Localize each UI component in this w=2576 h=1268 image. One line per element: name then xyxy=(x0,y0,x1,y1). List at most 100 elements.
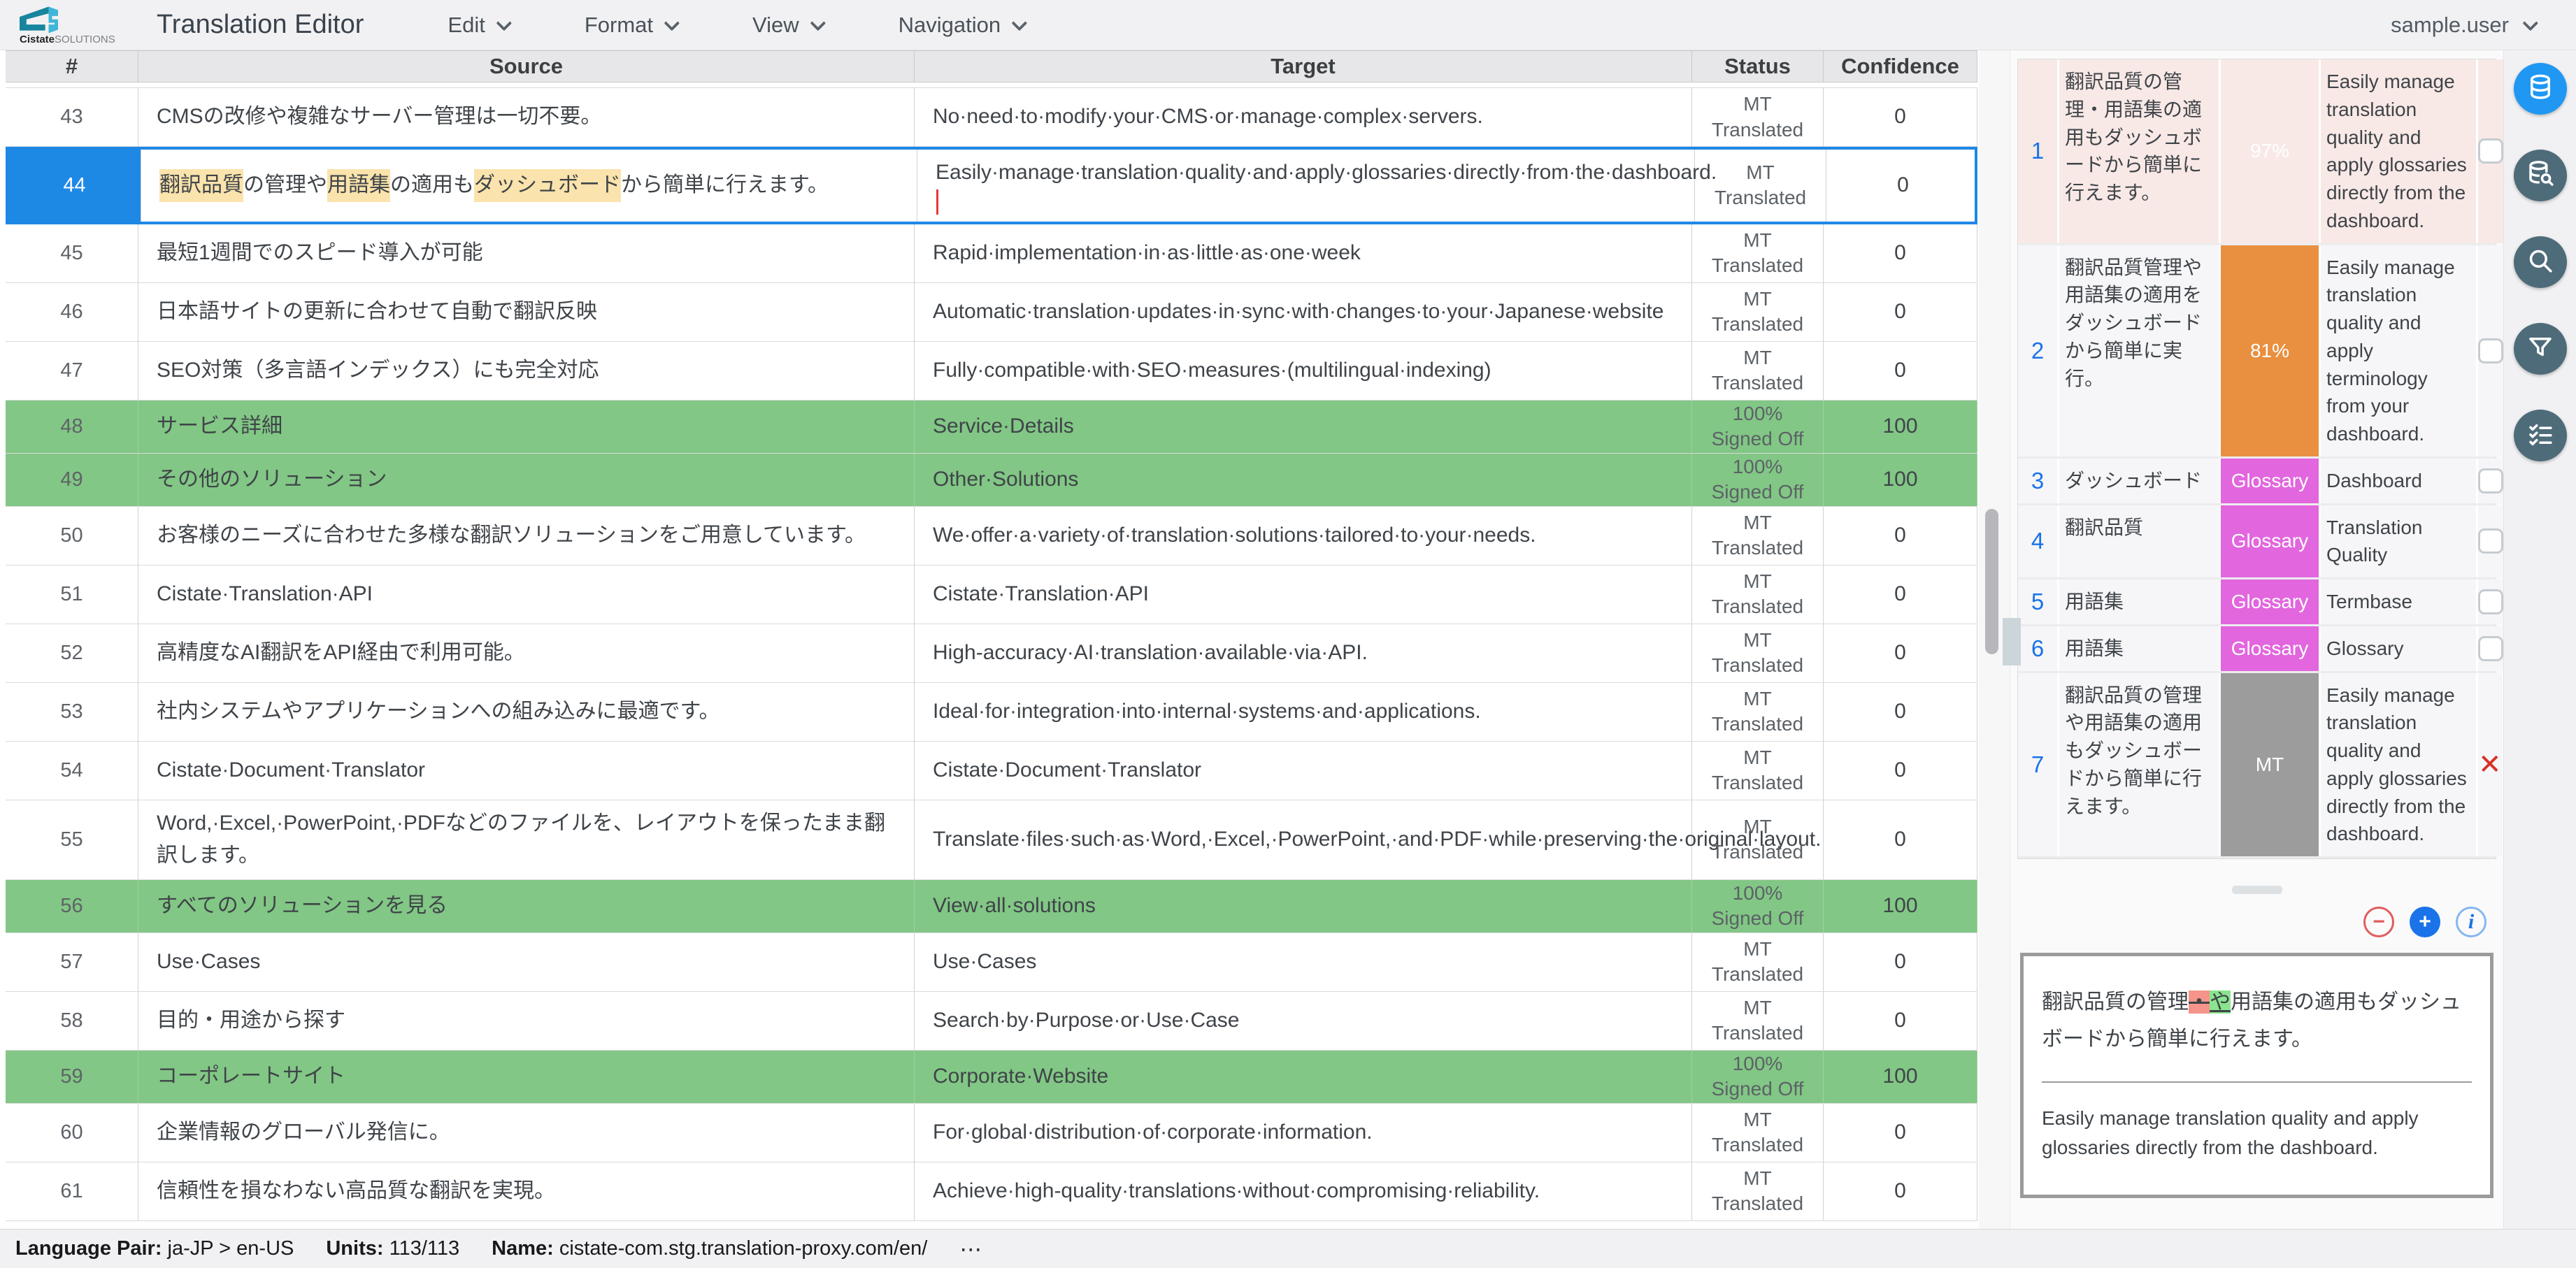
tm-action-cell xyxy=(2478,245,2503,456)
brand-wordmark: CistateSOLUTIONS xyxy=(20,34,115,45)
tm-match-row[interactable]: 5用語集GlossaryTermbase xyxy=(2018,579,2496,626)
tm-match-row[interactable]: 1翻訳品質の管理・用語集の適用もダッシュボードから簡単に行えます。97%Easi… xyxy=(2018,59,2496,245)
target-cell[interactable]: Search·by·Purpose·or·Use·Case xyxy=(915,992,1692,1050)
source-cell[interactable]: Use·Cases xyxy=(138,933,915,991)
table-row[interactable]: 52高精度なAI翻訳をAPI経由で利用可能。High-accuracy·AI·t… xyxy=(6,624,1977,683)
status-item: Language Pair: ja-JP > en-US xyxy=(15,1237,294,1260)
target-cell[interactable]: Use·Cases xyxy=(915,933,1692,991)
tm-match-row[interactable]: 2翻訳品質管理や用語集の適用をダッシュボードから簡単に実行。81%Easily … xyxy=(2018,245,2496,459)
source-cell[interactable]: Cistate·Translation·API xyxy=(138,565,915,624)
tm-select-checkbox[interactable] xyxy=(2478,636,2503,661)
tm-match-row[interactable]: 4翻訳品質GlossaryTranslation Quality xyxy=(2018,505,2496,580)
rail-button-translation-memory[interactable] xyxy=(2514,63,2567,115)
table-row[interactable]: 56すべてのソリューションを見るView·all·solutions100%Si… xyxy=(6,880,1977,933)
menu-format[interactable]: Format xyxy=(585,13,675,38)
confidence-cell: 100 xyxy=(1824,1051,1977,1103)
app-header: CistateSOLUTIONS Translation Editor Edit… xyxy=(0,0,2576,50)
panel-resize-grip[interactable] xyxy=(2003,618,2021,665)
tm-match-row[interactable]: 3ダッシュボードGlossaryDashboard xyxy=(2018,459,2496,505)
match-diff-view: 翻訳品質の管理・や用語集の適用もダッシュボードから簡単に行えます。 Easily… xyxy=(2020,953,2493,1198)
user-menu[interactable]: sample.user xyxy=(2391,13,2534,38)
tm-select-checkbox[interactable] xyxy=(2478,589,2503,614)
target-cell[interactable]: Cistate·Document·Translator xyxy=(915,742,1692,800)
menu-navigation[interactable]: Navigation xyxy=(899,13,1023,38)
remove-match-icon[interactable]: ✕ xyxy=(2478,751,2502,779)
source-cell[interactable]: すべてのソリューションを見る xyxy=(138,880,915,932)
tm-match-row[interactable]: 7翻訳品質の管理や用語集の適用もダッシュボードから簡単に行えます。MTEasil… xyxy=(2018,673,2496,859)
table-row[interactable]: 45最短1週間でのスピード導入が可能Rapid·implementation·i… xyxy=(6,224,1977,283)
target-cell[interactable]: Fully·compatible·with·SEO·measures·(mult… xyxy=(915,342,1692,400)
source-cell[interactable]: サービス詳細 xyxy=(138,401,915,453)
source-cell[interactable]: 目的・用途から探す xyxy=(138,992,915,1050)
table-row[interactable]: 49その他のソリューションOther·Solutions100%Signed O… xyxy=(6,454,1977,507)
target-cell[interactable]: View·all·solutions xyxy=(915,880,1692,932)
tm-select-checkbox[interactable] xyxy=(2478,338,2503,363)
source-cell[interactable]: 信頼性を損なわない高品質な翻訳を実現。 xyxy=(138,1162,915,1220)
target-cell[interactable]: Ideal·for·integration·into·internal·syst… xyxy=(915,683,1692,741)
target-cell[interactable]: Translate·files·such·as·Word,·Excel,·Pow… xyxy=(915,800,1692,879)
more-options-icon[interactable]: ⋯ xyxy=(959,1236,984,1262)
rail-button-qa-checklist[interactable] xyxy=(2514,410,2567,461)
target-cell[interactable]: Other·Solutions xyxy=(915,454,1692,506)
target-cell[interactable]: No·need·to·modify·your·CMS·or·manage·com… xyxy=(915,88,1692,146)
tm-select-checkbox[interactable] xyxy=(2478,468,2503,493)
target-cell[interactable]: Easily·manage·translation·quality·and·ap… xyxy=(917,150,1695,222)
source-cell[interactable]: 社内システムやアプリケーションへの組み込みに最適です。 xyxy=(138,683,915,741)
table-row[interactable]: 44翻訳品質の管理や用語集の適用もダッシュボードから簡単に行えます。Easily… xyxy=(6,147,1977,224)
target-cell[interactable]: Achieve·high-quality·translations·withou… xyxy=(915,1162,1692,1220)
tm-select-checkbox[interactable] xyxy=(2478,138,2503,164)
table-row[interactable]: 60企業情報のグローバル発信に。For·global·distribution·… xyxy=(6,1104,1977,1162)
source-cell[interactable]: お客様のニーズに合わせた多様な翻訳ソリューションをご用意しています。 xyxy=(138,507,915,565)
table-row[interactable]: 55Word,·Excel,·PowerPoint,·PDFなどのファイルを、レ… xyxy=(6,800,1977,880)
remove-button[interactable]: − xyxy=(2363,907,2394,937)
menu-view[interactable]: View xyxy=(752,13,822,38)
table-row[interactable]: 53社内システムやアプリケーションへの組み込みに最適です。Ideal·for·i… xyxy=(6,683,1977,742)
source-cell[interactable]: Word,·Excel,·PowerPoint,·PDFなどのファイルを、レイア… xyxy=(138,800,915,879)
tm-target-text: Easily manage translation quality and ap… xyxy=(2321,245,2476,456)
table-row[interactable]: 50お客様のニーズに合わせた多様な翻訳ソリューションをご用意しています。We·o… xyxy=(6,507,1977,565)
info-button[interactable]: i xyxy=(2456,907,2486,937)
menu-edit[interactable]: Edit xyxy=(448,13,507,38)
rail-button-filter[interactable] xyxy=(2514,323,2567,375)
rail-button-search[interactable] xyxy=(2514,236,2567,288)
table-row[interactable]: 43CMSの改修や複雑なサーバー管理は一切不要。No·need·to·modif… xyxy=(6,88,1977,147)
tm-match-row[interactable]: 6用語集GlossaryGlossary xyxy=(2018,626,2496,673)
table-row[interactable]: 59コーポレートサイトCorporate·Website100%Signed O… xyxy=(6,1051,1977,1104)
table-row[interactable]: 48サービス詳細Service·Details100%Signed Off100 xyxy=(6,401,1977,454)
table-row[interactable]: 47SEO対策（多言語インデックス）にも完全対応Fully·compatible… xyxy=(6,342,1977,401)
rail-button-concordance-search[interactable] xyxy=(2514,150,2567,201)
source-cell[interactable]: CMSの改修や複雑なサーバー管理は一切不要。 xyxy=(138,88,915,146)
add-button[interactable]: + xyxy=(2410,907,2440,937)
target-cell[interactable]: We·offer·a·variety·of·translation·soluti… xyxy=(915,507,1692,565)
source-text: SEO対策（多言語インデックス）にも完全対応 xyxy=(157,354,599,387)
table-scrollbar[interactable] xyxy=(1979,50,2010,1229)
target-cell[interactable]: Rapid·implementation·in·as·little·as·one… xyxy=(915,224,1692,282)
target-cell[interactable]: Automatic·translation·updates·in·sync·wi… xyxy=(915,283,1692,341)
source-cell[interactable]: 最短1週間でのスピード導入が可能 xyxy=(138,224,915,282)
target-cell[interactable]: Cistate·Translation·API xyxy=(915,565,1692,624)
table-row[interactable]: 58目的・用途から探すSearch·by·Purpose·or·Use·Case… xyxy=(6,992,1977,1051)
source-cell[interactable]: コーポレートサイト xyxy=(138,1051,915,1103)
table-row[interactable]: 61信頼性を損なわない高品質な翻訳を実現。Achieve·high-qualit… xyxy=(6,1162,1977,1221)
source-cell[interactable]: SEO対策（多言語インデックス）にも完全対応 xyxy=(138,342,915,400)
target-cell[interactable]: High-accuracy·AI·translation·available·v… xyxy=(915,624,1692,682)
target-cell[interactable]: Service·Details xyxy=(915,401,1692,453)
table-row[interactable]: 54Cistate·Document·TranslatorCistate·Doc… xyxy=(6,742,1977,800)
table-row[interactable]: 57Use·CasesUse·CasesMTTranslated0 xyxy=(6,933,1977,992)
target-text: Corporate·Website xyxy=(933,1060,1108,1093)
source-cell[interactable]: Cistate·Document·Translator xyxy=(138,742,915,800)
tm-select-checkbox[interactable] xyxy=(2478,528,2503,554)
source-cell[interactable]: 翻訳品質の管理や用語集の適用もダッシュボードから簡単に行えます。 xyxy=(141,150,917,222)
target-cell[interactable]: For·global·distribution·of·corporate·inf… xyxy=(915,1104,1692,1162)
confidence-cell: 0 xyxy=(1824,88,1977,146)
table-row[interactable]: 51Cistate·Translation·APICistate·Transla… xyxy=(6,565,1977,624)
source-cell[interactable]: 企業情報のグローバル発信に。 xyxy=(138,1104,915,1162)
scrollbar-thumb[interactable] xyxy=(1985,509,1998,654)
table-row[interactable]: 46日本語サイトの更新に合わせて自動で翻訳反映Automatic·transla… xyxy=(6,283,1977,342)
source-cell[interactable]: その他のソリューション xyxy=(138,454,915,506)
target-cell[interactable]: Corporate·Website xyxy=(915,1051,1692,1103)
source-cell[interactable]: 日本語サイトの更新に合わせて自動で翻訳反映 xyxy=(138,283,915,341)
target-text: Use·Cases xyxy=(933,946,1036,979)
source-cell[interactable]: 高精度なAI翻訳をAPI経由で利用可能。 xyxy=(138,624,915,682)
panel-drag-handle[interactable] xyxy=(2232,886,2282,894)
